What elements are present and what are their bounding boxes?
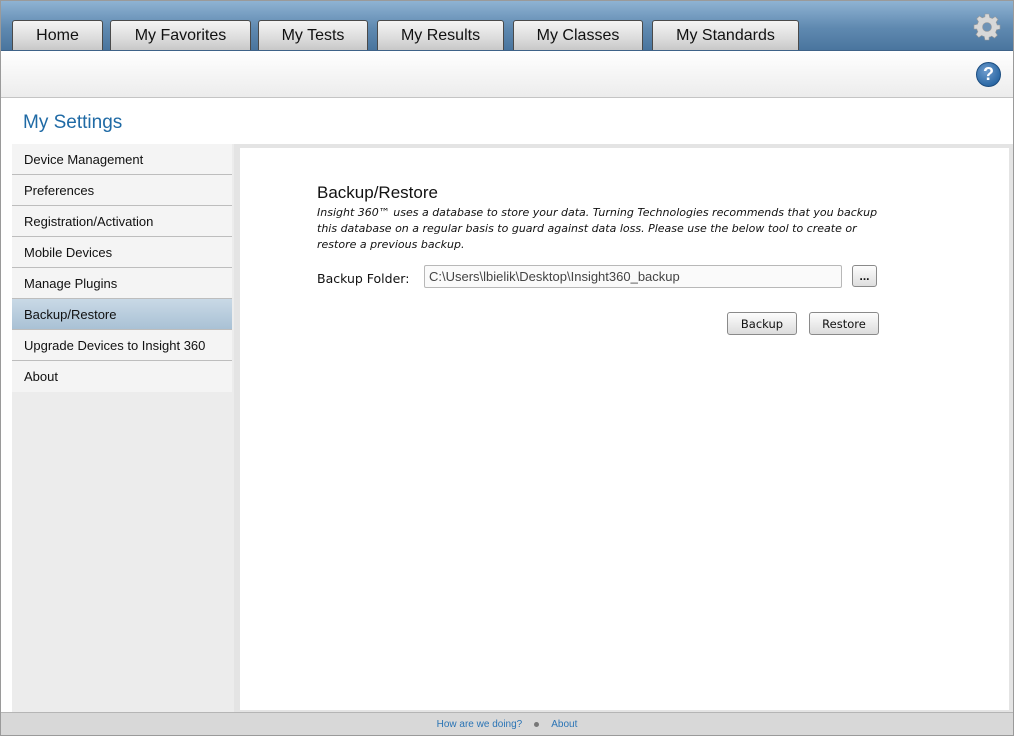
settings-sidebar: Device Management Preferences Registrati… bbox=[12, 144, 234, 712]
footer-about-link[interactable]: About bbox=[551, 719, 577, 730]
sidebar-item-backup-restore[interactable]: Backup/Restore bbox=[12, 299, 232, 330]
backup-button[interactable]: Backup bbox=[727, 312, 797, 335]
sidebar-item-mobile-devices[interactable]: Mobile Devices bbox=[12, 237, 232, 268]
backup-restore-panel: Backup/Restore Insight 360™ uses a datab… bbox=[240, 148, 1009, 710]
sub-toolbar bbox=[1, 51, 1013, 98]
sidebar-item-registration-activation[interactable]: Registration/Activation bbox=[12, 206, 232, 237]
tab-my-classes[interactable]: My Classes bbox=[513, 20, 643, 50]
section-description: Insight 360™ uses a database to store yo… bbox=[317, 206, 878, 251]
footer-bar: How are we doing? About bbox=[1, 712, 1013, 735]
section-title: Backup/Restore bbox=[317, 183, 438, 202]
restore-button[interactable]: Restore bbox=[809, 312, 879, 335]
browse-folder-button[interactable]: ... bbox=[852, 265, 877, 287]
backup-folder-label: Backup Folder: bbox=[317, 271, 410, 286]
sidebar-item-upgrade-devices[interactable]: Upgrade Devices to Insight 360 bbox=[12, 330, 232, 361]
sidebar-item-about[interactable]: About bbox=[12, 361, 232, 392]
sidebar-item-preferences[interactable]: Preferences bbox=[12, 175, 232, 206]
separator-dot bbox=[534, 722, 540, 727]
sidebar-item-manage-plugins[interactable]: Manage Plugins bbox=[12, 268, 232, 299]
gear-icon[interactable] bbox=[973, 13, 1001, 41]
content-frame: Backup/Restore Insight 360™ uses a datab… bbox=[234, 144, 1013, 712]
tab-my-favorites[interactable]: My Favorites bbox=[110, 20, 251, 50]
tab-my-results[interactable]: My Results bbox=[377, 20, 504, 50]
tab-my-tests[interactable]: My Tests bbox=[258, 20, 368, 50]
backup-folder-input[interactable] bbox=[424, 265, 842, 288]
sidebar-item-device-management[interactable]: Device Management bbox=[12, 144, 232, 175]
page-title: My Settings bbox=[23, 112, 123, 133]
help-icon[interactable]: ? bbox=[976, 62, 1001, 87]
feedback-link[interactable]: How are we doing? bbox=[437, 719, 523, 730]
app-window: Home My Favorites My Tests My Results My… bbox=[0, 0, 1014, 736]
top-nav-bar: Home My Favorites My Tests My Results My… bbox=[1, 1, 1013, 51]
tab-my-standards[interactable]: My Standards bbox=[652, 20, 799, 50]
tab-home[interactable]: Home bbox=[12, 20, 103, 50]
